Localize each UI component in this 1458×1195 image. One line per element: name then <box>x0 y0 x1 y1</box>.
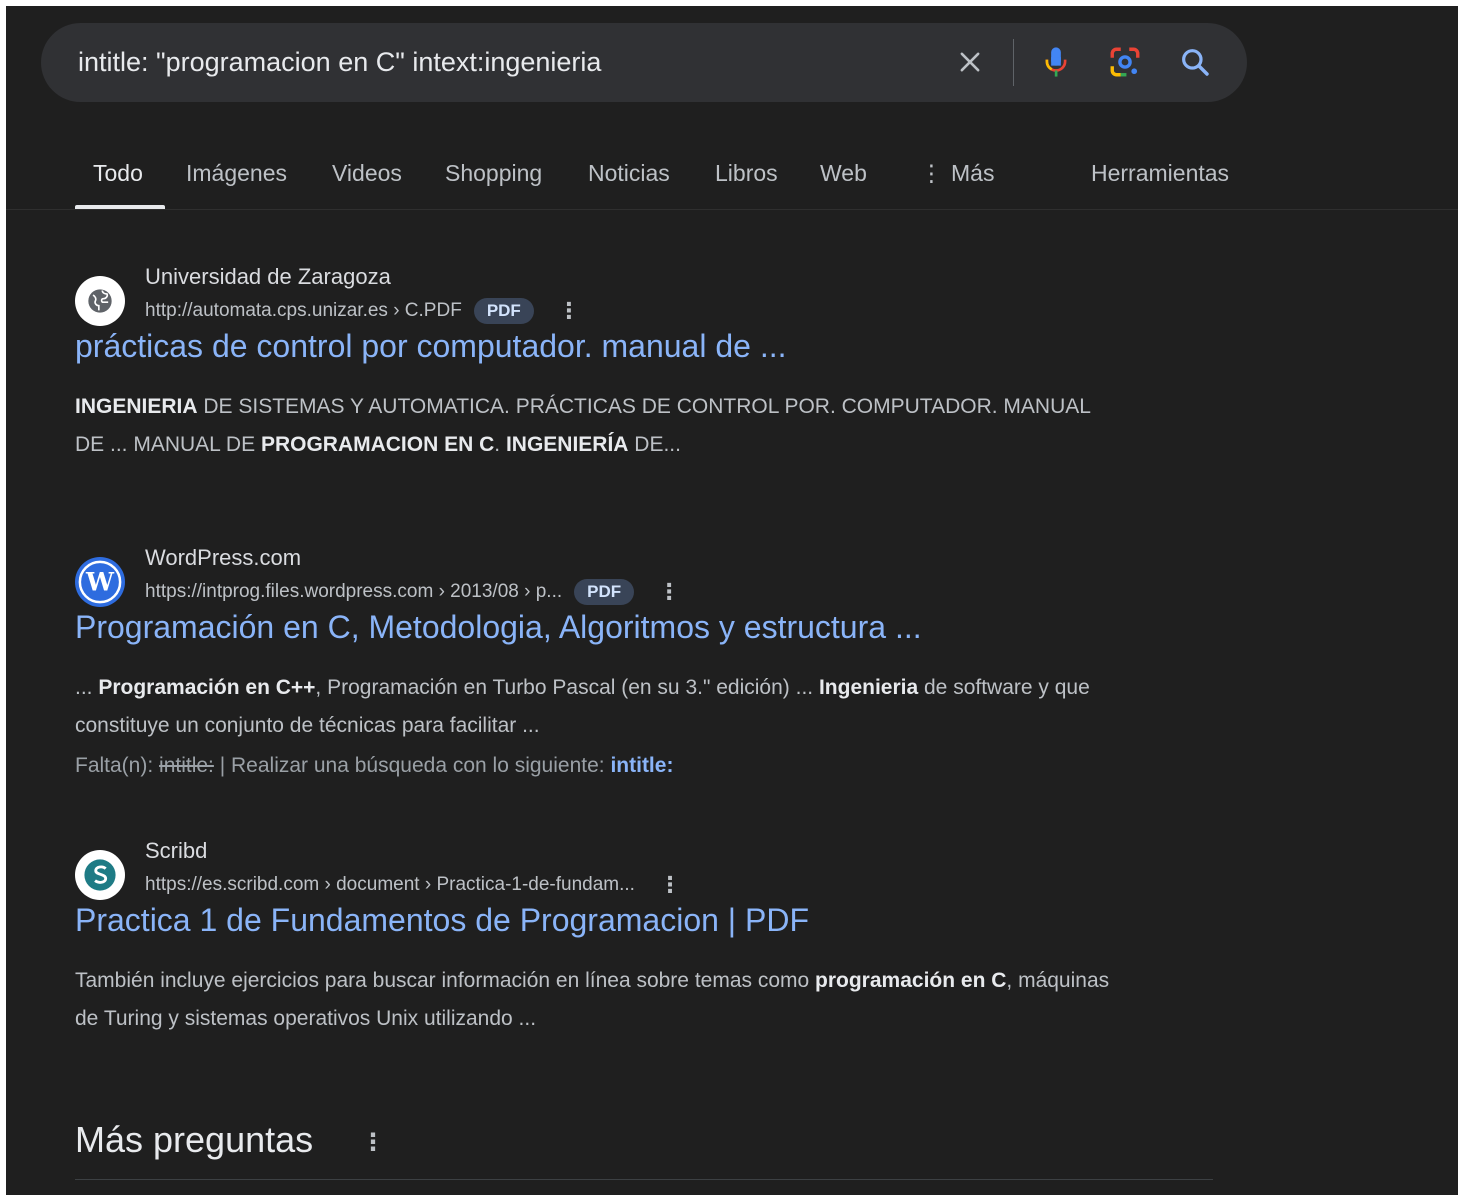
search-tabs: Todo Imágenes Videos Shopping Noticias L… <box>6 154 1458 210</box>
section-divider <box>75 1179 1213 1180</box>
result-title-link[interactable]: Programación en C, Metodologia, Algoritm… <box>75 609 922 646</box>
wordpress-icon: W <box>75 557 125 607</box>
more-questions-heading: Más preguntas <box>75 1119 314 1160</box>
more-options-icon[interactable]: ⋮ <box>658 579 680 605</box>
search-with-term-link[interactable]: intitle: <box>610 754 673 777</box>
result-title-link[interactable]: prácticas de control por computador. man… <box>75 328 787 365</box>
tab-todo[interactable]: Todo <box>93 160 143 187</box>
globe-icon <box>75 276 125 326</box>
search-result: W WordPress.com https://intprog.files.wo… <box>75 545 1135 795</box>
result-snippet: También incluye ejercicios para buscar i… <box>75 969 1110 1030</box>
result-url-text[interactable]: https://intprog.files.wordpress.com › 20… <box>145 581 562 603</box>
more-vert-icon: ⋮ <box>920 160 943 186</box>
more-options-icon[interactable]: ⋮ <box>558 298 580 324</box>
search-bar[interactable]: intitle: "programacion en C" intext:inge… <box>41 23 1247 102</box>
search-result: Scribd https://es.scribd.com › document … <box>75 838 1135 1048</box>
result-site-name[interactable]: Universidad de Zaragoza <box>145 264 391 290</box>
active-tab-indicator <box>75 205 165 209</box>
result-url[interactable]: https://intprog.files.wordpress.com › 20… <box>145 579 680 605</box>
result-title-link[interactable]: Practica 1 de Fundamentos de Programacio… <box>75 902 809 939</box>
tab-libros[interactable]: Libros <box>715 160 778 187</box>
search-results-page: intitle: "programacion en C" intext:inge… <box>6 6 1458 1195</box>
tab-mas-label: Más <box>951 160 995 186</box>
more-options-icon[interactable]: ⋮ <box>361 1128 385 1157</box>
result-site-name[interactable]: Scribd <box>145 838 207 864</box>
svg-text:W: W <box>85 568 115 597</box>
google-lens-icon[interactable] <box>1108 45 1142 79</box>
pdf-badge: PDF <box>574 579 635 605</box>
result-url[interactable]: https://es.scribd.com › document › Pract… <box>145 872 681 898</box>
tab-mas[interactable]: ⋮ Más <box>920 160 994 187</box>
more-options-icon[interactable]: ⋮ <box>659 872 681 898</box>
search-bar-divider <box>1013 39 1014 86</box>
tab-videos[interactable]: Videos <box>332 160 402 187</box>
scribd-icon <box>75 850 125 900</box>
tab-web[interactable]: Web <box>820 160 867 187</box>
result-url[interactable]: http://automata.cps.unizar.es › C.PDF PD… <box>145 298 580 324</box>
pdf-badge: PDF <box>473 298 534 324</box>
missing-term: intitle: <box>159 754 214 777</box>
tab-imagenes[interactable]: Imágenes <box>186 160 287 187</box>
result-snippet: ... Programación en C++, Programación en… <box>75 676 1090 737</box>
result-snippet: INGENIERIA DE SISTEMAS Y AUTOMATICA. PRÁ… <box>75 395 1091 456</box>
tab-herramientas[interactable]: Herramientas <box>1091 160 1229 187</box>
search-icon[interactable] <box>1178 45 1212 79</box>
search-result: Universidad de Zaragoza http://automata.… <box>75 264 1135 474</box>
result-url-text[interactable]: https://es.scribd.com › document › Pract… <box>145 874 635 896</box>
tab-shopping[interactable]: Shopping <box>445 160 542 187</box>
result-site-name[interactable]: WordPress.com <box>145 545 301 571</box>
tab-noticias[interactable]: Noticias <box>588 160 670 187</box>
search-input[interactable]: intitle: "programacion en C" intext:inge… <box>78 47 601 78</box>
close-icon[interactable] <box>953 45 987 79</box>
microphone-icon[interactable] <box>1039 45 1073 79</box>
result-url-text[interactable]: http://automata.cps.unizar.es › C.PDF <box>145 300 462 322</box>
missing-terms: Falta(n): intitle: | Realizar una búsque… <box>75 754 674 777</box>
